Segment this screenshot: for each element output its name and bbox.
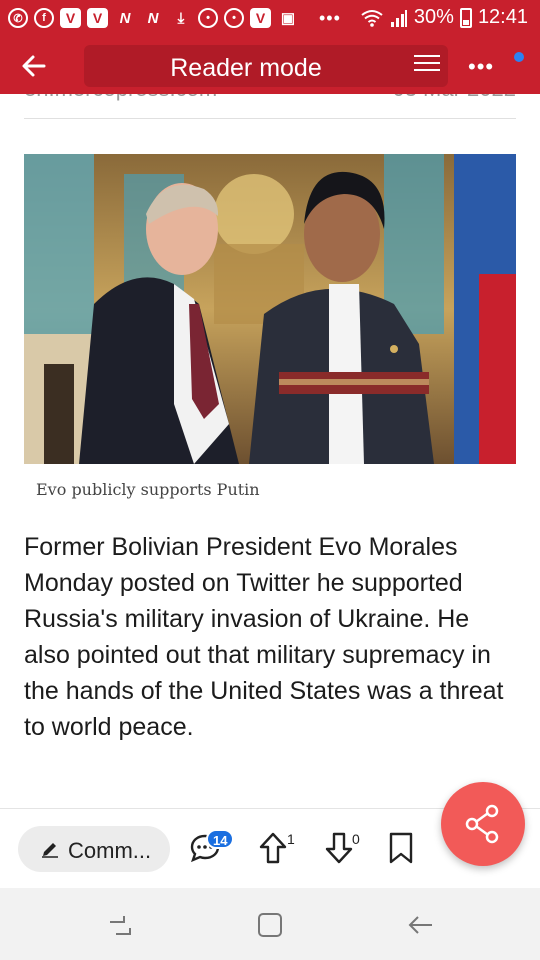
v-app-icon: V [87,8,108,28]
v-app-icon: V [60,8,81,28]
downvote-icon[interactable] [324,831,354,867]
v-app-icon: V [250,8,271,28]
bookmark-icon[interactable] [388,831,414,867]
article-image [24,154,516,464]
back-arrow-icon[interactable] [18,50,50,82]
image-caption: Evo publicly supports Putin [36,480,260,499]
share-button[interactable] [441,782,525,866]
wifi-icon [361,9,383,27]
download-icon: ⤓ [177,9,185,27]
upvote-count: 1 [287,831,295,847]
upvote-icon[interactable] [258,831,288,867]
battery-percent: 30% [413,6,454,28]
downvote-count: 0 [352,831,360,847]
text-format-icon[interactable] [414,55,440,77]
whatsapp-icon: ✆ [8,8,28,28]
status-bar: ✆ f V V N N ⤓ • • V ▣ ••• 30% 12:41 [0,0,540,38]
reader-toolbar: Reader mode ••• [0,38,540,94]
facebook-icon: f [34,8,54,28]
notification-icons: ✆ f V V N N ⤓ • • V ▣ ••• [8,7,341,29]
comment-button-label: Comm... [68,838,152,863]
battery-icon [459,7,472,28]
more-options-button[interactable]: ••• [468,54,508,79]
back-icon[interactable] [404,910,436,940]
article-body: Former Bolivian President Evo Morales Mo… [24,533,504,741]
system-status: 30% 12:41 [360,6,528,29]
image-icon: ▣ [280,10,296,27]
home-icon[interactable] [254,910,286,940]
clock: 12:41 [477,6,528,28]
system-nav-bar [0,888,540,960]
n-app-icon: N [147,9,159,27]
divider [24,118,516,119]
notification-dot [514,52,524,62]
signal-icon [390,9,407,27]
reader-mode-title-box[interactable]: Reader mode [84,45,448,87]
more-notifications-icon: ••• [319,7,341,28]
share-icon [465,804,499,844]
round-app-icon: • [224,8,244,28]
comment-button[interactable]: Comm... [18,826,170,872]
recent-apps-icon[interactable] [104,910,136,940]
pencil-icon [42,843,58,858]
comment-count-badge: 14 [206,829,235,849]
n-app-icon: N [119,9,131,27]
round-app-icon: • [198,8,218,28]
page-title: Reader mode [170,54,322,82]
